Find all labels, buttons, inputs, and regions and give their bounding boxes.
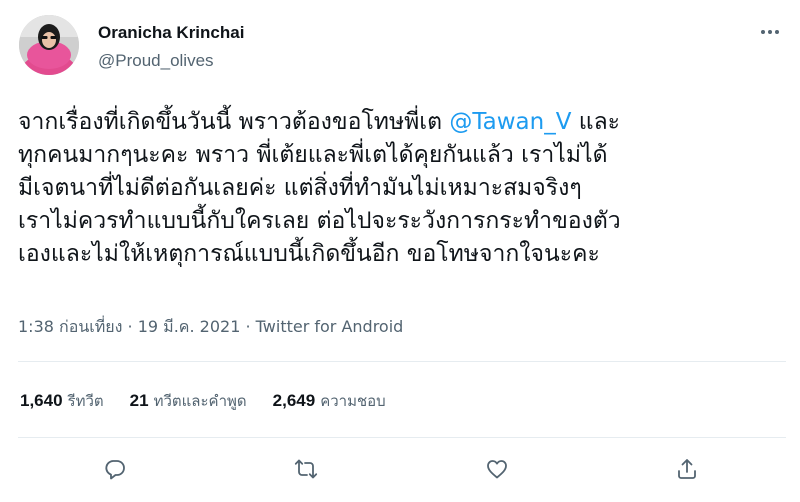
tweet-text-segment: จากเรื่องที่เกิดขึ้นวันนี้ พราวต้องขอโทษ… [18, 109, 450, 135]
tweet-text-line: เองและไม่ให้เหตุการณ์แบบนี้เกิดขึ้นอีก ข… [18, 241, 600, 267]
retweet-count[interactable]: 1,640 รีทวีต [20, 390, 104, 412]
tweet-time[interactable]: 1:38 ก่อนเที่ยง [18, 317, 122, 336]
tweet-text-line: เราไม่ควรทำแบบนี้กับใครเลย ต่อไปจะระวังก… [18, 208, 621, 234]
user-handle[interactable]: @Proud_olives [98, 50, 214, 72]
like-count[interactable]: 2,649 ความชอบ [273, 390, 386, 412]
tweet-text-line: มีเจตนาที่ไม่ดีต่อกันเลยค่ะ แต่สิ่งที่ทำ… [18, 175, 582, 201]
retweet-count-label: รีทวีต [67, 392, 104, 410]
tweet-text-line: จากเรื่องที่เกิดขึ้นวันนี้ พราวต้องขอโทษ… [18, 106, 793, 139]
reply-icon [105, 460, 125, 480]
like-count-label: ความชอบ [320, 392, 386, 410]
tweet-text: จากเรื่องที่เกิดขึ้นวันนี้ พราวต้องขอโทษ… [18, 106, 793, 271]
like-icon [487, 460, 507, 479]
meta-separator: · [240, 317, 256, 336]
tweet-text-line: ทุกคนมากๆนะคะ พราว พี่เต้ยและพี่เตได้คุย… [18, 142, 608, 168]
avatar[interactable] [19, 15, 79, 75]
divider [18, 361, 786, 362]
quote-count[interactable]: 21 ทวีตและคำพูด [130, 390, 247, 412]
like-button[interactable] [480, 452, 514, 486]
more-icon [761, 30, 779, 34]
share-button[interactable] [670, 452, 704, 486]
avatar-image [19, 15, 79, 75]
reply-button[interactable] [98, 452, 132, 486]
quote-count-label: ทวีตและคำพูด [153, 392, 247, 410]
tweet-text-segment: และ [571, 109, 621, 135]
tweet-card: Oranicha Krinchai @Proud_olives จากเรื่อ… [0, 0, 800, 502]
like-count-value: 2,649 [272, 391, 316, 410]
retweet-count-value: 1,640 [20, 391, 63, 410]
divider [18, 437, 786, 438]
tweet-source[interactable]: Twitter for Android [256, 317, 404, 336]
quote-count-value: 21 [129, 391, 149, 410]
tweet-stats: 1,640 รีทวีต 21 ทวีตและคำพูด 2,649 ความชอบ [20, 390, 412, 412]
retweet-icon [294, 459, 318, 479]
tweet-metadata: 1:38 ก่อนเที่ยง · 19 มี.ค. 2021 · Twitte… [18, 316, 403, 338]
retweet-button[interactable] [289, 452, 323, 486]
more-options-button[interactable] [753, 18, 787, 46]
share-icon [678, 459, 696, 479]
tweet-date[interactable]: 19 มี.ค. 2021 [138, 317, 241, 336]
mention-link[interactable]: @Tawan_V [449, 109, 571, 135]
meta-separator: · [122, 317, 138, 336]
display-name[interactable]: Oranicha Krinchai [98, 22, 244, 44]
